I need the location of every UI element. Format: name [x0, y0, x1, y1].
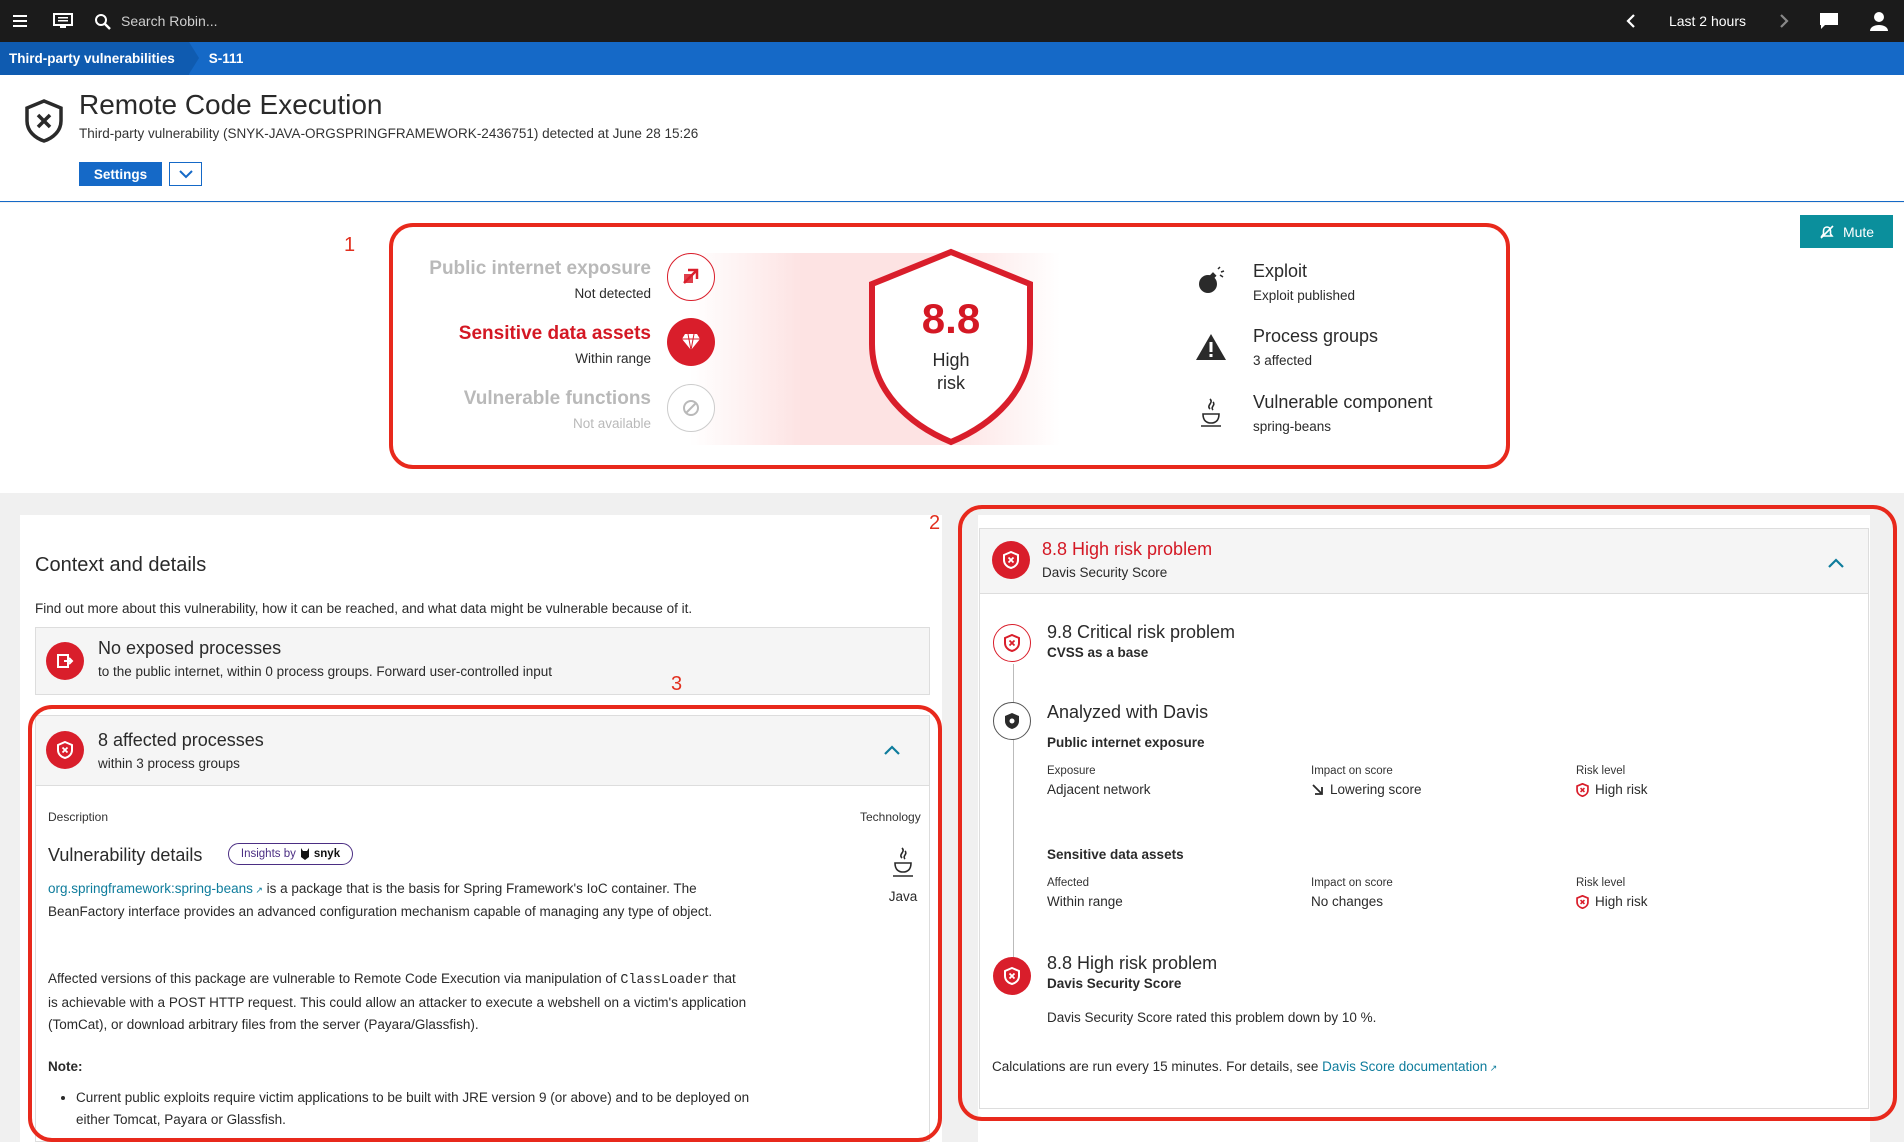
diamond-icon	[667, 318, 715, 366]
search-placeholder: Search Robin...	[121, 13, 218, 29]
factor-vulnerable-functions: Vulnerable functions Not available	[390, 388, 651, 431]
timeframe-next-button[interactable]	[1764, 0, 1804, 42]
exposed-title: No exposed processes	[98, 638, 282, 658]
bell-off-icon	[1820, 224, 1834, 239]
warning-icon	[1193, 329, 1229, 365]
risk-level-label: High risk	[866, 349, 1036, 395]
risk-level-line1: High	[932, 350, 970, 370]
breadcrumb-third-party-vulnerabilities[interactable]: Third-party vulnerabilities	[0, 42, 199, 75]
fact-value: Exploit published	[1253, 288, 1356, 303]
monitor-icon[interactable]	[42, 0, 84, 42]
annotation-1: 1	[344, 234, 356, 256]
factor-title: Vulnerable functions	[463, 388, 651, 409]
fact-title: Process groups	[1253, 326, 1379, 346]
page-header: Remote Code Execution Third-party vulner…	[0, 75, 1904, 202]
mute-button[interactable]: Mute	[1800, 215, 1893, 248]
factor-public-exposure: Public internet exposure Not detected	[390, 258, 651, 301]
factor-status: Within range	[575, 351, 651, 366]
details-area: Context and details Find out more about …	[0, 493, 1904, 1142]
risk-score-value: 8.8	[921, 295, 981, 342]
risk-score-section: 1 Mute Public internet exposure Not dete…	[0, 203, 1904, 493]
context-description: Find out more about this vulnerability, …	[35, 601, 693, 616]
annotation-box-3	[28, 705, 942, 1142]
page-subtitle: Third-party vulnerability (SNYK-JAVA-ORG…	[79, 126, 699, 141]
fact-process-groups: Process groups 3 affected	[1253, 326, 1378, 368]
top-bar: Search Robin... Last 2 hours	[0, 0, 1904, 42]
fact-value: spring-beans	[1253, 419, 1332, 434]
fact-value: 3 affected	[1253, 353, 1313, 368]
chevron-left-icon	[1626, 14, 1635, 28]
not-available-icon	[667, 384, 715, 432]
page-title: Remote Code Execution	[79, 89, 383, 120]
public-exposure-icon	[667, 253, 715, 301]
chat-button[interactable]	[1804, 0, 1854, 42]
menu-icon[interactable]	[0, 0, 42, 42]
exposed-subtitle: to the public internet, within 0 process…	[98, 664, 552, 679]
annotation-box-2	[958, 505, 1897, 1121]
context-panel: Context and details Find out more about …	[20, 515, 942, 1142]
user-icon	[1870, 12, 1888, 31]
risk-level-line2: risk	[937, 373, 965, 393]
more-actions-dropdown[interactable]	[169, 162, 202, 186]
user-button[interactable]	[1854, 0, 1904, 42]
breadcrumb: Third-party vulnerabilities S-111	[0, 42, 1904, 75]
fact-vulnerable-component: Vulnerable component spring-beans	[1253, 392, 1432, 434]
fact-title: Vulnerable component	[1253, 392, 1433, 412]
search-box[interactable]: Search Robin...	[94, 13, 218, 30]
annotation-2: 2	[929, 512, 941, 534]
chat-icon	[1820, 13, 1838, 29]
context-title: Context and details	[35, 554, 207, 576]
factor-title: Sensitive data assets	[458, 323, 651, 344]
chevron-down-icon	[178, 169, 193, 178]
fact-title: Exploit	[1253, 261, 1308, 281]
annotation-3: 3	[671, 673, 683, 695]
settings-button[interactable]: Settings	[79, 162, 162, 186]
chevron-right-icon	[1780, 14, 1789, 28]
timeframe-selector[interactable]: Last 2 hours	[1651, 13, 1764, 29]
shield-x-icon	[24, 99, 64, 148]
exposed-processes-card[interactable]: No exposed processes to the public inter…	[35, 627, 930, 695]
factor-title: Public internet exposure	[429, 258, 651, 279]
exposure-icon	[46, 642, 84, 680]
timeframe-prev-button[interactable]	[1611, 0, 1651, 42]
bomb-icon	[1193, 263, 1229, 299]
search-icon	[95, 13, 111, 30]
factor-sensitive-data: Sensitive data assets Within range	[390, 323, 651, 366]
java-icon	[1193, 395, 1229, 431]
fact-exploit: Exploit Exploit published	[1253, 261, 1355, 303]
mute-label: Mute	[1842, 223, 1875, 240]
factor-status: Not detected	[574, 286, 651, 301]
factor-status: Not available	[572, 416, 651, 431]
